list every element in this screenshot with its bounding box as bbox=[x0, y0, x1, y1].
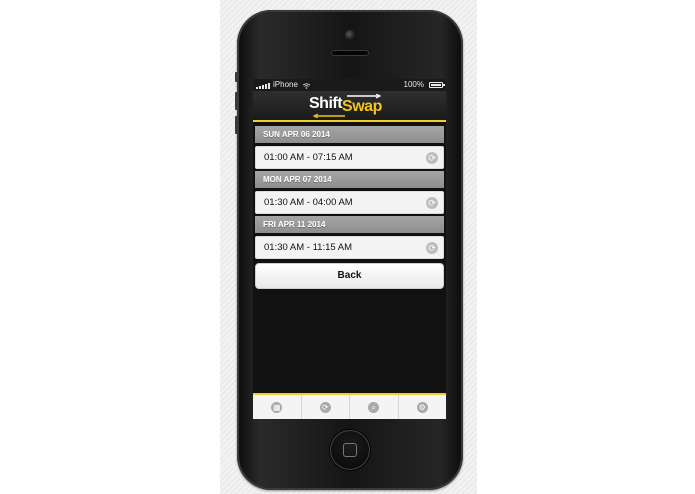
shift-row[interactable]: 01:30 AM - 04:00 AM ⟳ bbox=[255, 191, 444, 214]
wifi-icon bbox=[302, 82, 311, 89]
signal-icon bbox=[256, 82, 270, 89]
swap-icon[interactable]: ⟳ bbox=[426, 242, 438, 254]
swap-icon[interactable]: ⟳ bbox=[426, 152, 438, 164]
app-logo: Shift Swap bbox=[309, 94, 382, 118]
swap-icon[interactable]: ⟳ bbox=[426, 197, 438, 209]
swap-icon: ⟳ bbox=[319, 401, 331, 413]
day-header: MON APR 07 2014 bbox=[255, 171, 444, 188]
app-header: Shift Swap bbox=[253, 91, 446, 122]
day-header: FRI APR 11 2014 bbox=[255, 216, 444, 233]
home-button-icon bbox=[343, 443, 357, 457]
grid-icon: ▦ bbox=[271, 401, 283, 413]
back-button[interactable]: Back bbox=[255, 263, 444, 289]
carrier-label: iPhone bbox=[273, 80, 298, 89]
shift-row[interactable]: 01:30 AM - 11:15 AM ⟳ bbox=[255, 236, 444, 259]
shift-list: SUN APR 06 2014 01:00 AM - 07:15 AM ⟳ MO… bbox=[253, 122, 446, 289]
mute-switch bbox=[235, 72, 238, 82]
battery-percent: 100% bbox=[403, 80, 424, 89]
home-button[interactable] bbox=[330, 430, 370, 470]
battery-icon bbox=[429, 82, 445, 88]
search-icon: ⌕ bbox=[368, 401, 380, 413]
shift-time: 01:30 AM - 11:15 AM bbox=[264, 242, 353, 253]
gear-icon: ⚙ bbox=[416, 401, 428, 413]
phone-screen: iPhone 100% Shift Swap SUN APR 06 2014 0… bbox=[253, 79, 446, 419]
day-header: SUN APR 06 2014 bbox=[255, 126, 444, 143]
volume-up-button bbox=[235, 92, 238, 110]
tab-search[interactable]: ⌕ bbox=[350, 395, 399, 419]
front-camera bbox=[345, 30, 355, 40]
earpiece-speaker bbox=[331, 50, 369, 56]
shift-time: 01:30 AM - 04:00 AM bbox=[264, 197, 353, 208]
tab-settings[interactable]: ⚙ bbox=[399, 395, 447, 419]
logo-swap-text: Swap bbox=[342, 98, 382, 115]
tab-swap[interactable]: ⟳ bbox=[302, 395, 350, 419]
volume-down-button bbox=[235, 116, 238, 134]
shift-time: 01:00 AM - 07:15 AM bbox=[264, 152, 353, 163]
logo-shift-text: Shift bbox=[309, 95, 343, 112]
status-bar: iPhone 100% bbox=[253, 79, 446, 91]
tab-grid[interactable]: ▦ bbox=[253, 395, 302, 419]
shift-row[interactable]: 01:00 AM - 07:15 AM ⟳ bbox=[255, 146, 444, 169]
tab-bar: ▦ ⟳ ⌕ ⚙ bbox=[253, 393, 446, 419]
